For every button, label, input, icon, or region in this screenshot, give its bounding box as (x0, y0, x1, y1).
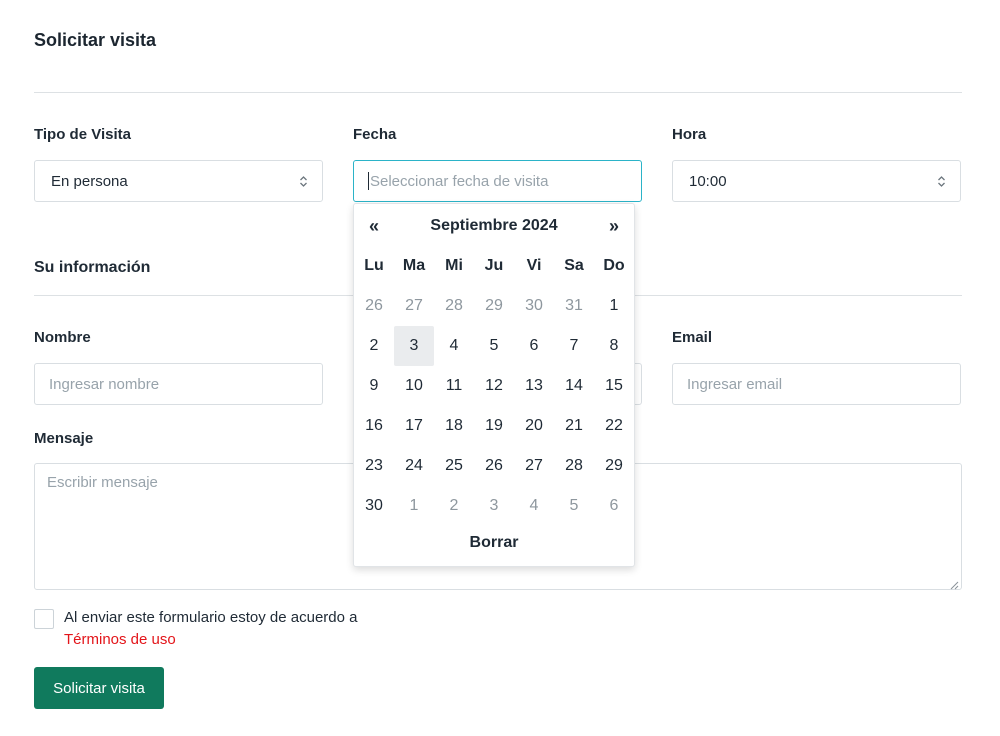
resize-handle-icon[interactable] (949, 577, 959, 590)
prev-month-button[interactable]: « (354, 214, 394, 238)
visit-type-label: Tipo de Visita (34, 126, 131, 143)
terms-checkbox[interactable] (34, 609, 54, 629)
message-placeholder: Escribir mensaje (47, 474, 158, 491)
day-cell[interactable]: 1 (394, 486, 434, 526)
day-cell[interactable]: 2 (354, 326, 394, 366)
week-row: 23 24 25 26 27 28 29 (354, 446, 634, 486)
email-placeholder: Ingresar email (687, 375, 783, 393)
datepicker: « Septiembre 2024 » Lu Ma Mi Ju Vi Sa Do 26 27 28… (353, 203, 635, 567)
day-cell[interactable]: 26 (474, 446, 514, 486)
day-cell[interactable]: 19 (474, 406, 514, 446)
datepicker-header: « Septiembre 2024 » (354, 214, 634, 238)
day-cell[interactable]: 27 (514, 446, 554, 486)
day-cell[interactable]: 1 (594, 286, 634, 326)
email-input[interactable]: Ingresar email (672, 363, 961, 405)
weekday-label: Mi (445, 257, 463, 274)
day-cell[interactable]: 4 (514, 486, 554, 526)
weekday-label: Ma (402, 257, 426, 274)
text-caret (368, 172, 369, 190)
calendar-grid: Lu Ma Mi Ju Vi Sa Do 26 27 28 29 30 31 1 2 3 4 5 6 7 8 9 10 11 1… (354, 246, 634, 526)
day-cell[interactable]: 14 (554, 366, 594, 406)
day-cell[interactable]: 30 (354, 486, 394, 526)
divider (34, 92, 962, 93)
visit-type-select[interactable]: En persona (34, 160, 323, 202)
day-cell[interactable]: 31 (554, 286, 594, 326)
email-label: Email (672, 329, 713, 346)
time-value: 10:00 (689, 172, 727, 190)
date-placeholder: Seleccionar fecha de visita (370, 172, 549, 190)
day-cell[interactable]: 18 (434, 406, 474, 446)
day-cell[interactable]: 2 (434, 486, 474, 526)
week-row: 9 10 11 12 13 14 15 (354, 366, 634, 406)
day-cell[interactable]: 5 (554, 486, 594, 526)
date-input[interactable]: Seleccionar fecha de visita (353, 160, 642, 202)
day-cell[interactable]: 30 (514, 286, 554, 326)
day-cell[interactable]: 27 (394, 286, 434, 326)
day-cell[interactable]: 3 (474, 486, 514, 526)
day-cell[interactable]: 11 (434, 366, 474, 406)
terms-link[interactable]: Términos de uso (64, 631, 176, 648)
day-cell[interactable]: 9 (354, 366, 394, 406)
weekday-label: Sa (564, 257, 584, 274)
day-cell[interactable]: 6 (594, 486, 634, 526)
day-cell-today[interactable]: 3 (394, 326, 434, 366)
day-cell[interactable]: 21 (554, 406, 594, 446)
day-cell[interactable]: 17 (394, 406, 434, 446)
name-placeholder: Ingresar nombre (49, 375, 160, 393)
section-title: Su información (34, 259, 151, 276)
day-cell[interactable]: 7 (554, 326, 594, 366)
week-row: 30 1 2 3 4 5 6 (354, 486, 634, 526)
updown-chevron-icon (298, 174, 308, 188)
day-cell[interactable]: 29 (474, 286, 514, 326)
day-cell[interactable]: 10 (394, 366, 434, 406)
day-cell[interactable]: 13 (514, 366, 554, 406)
date-label: Fecha (353, 126, 397, 143)
day-cell[interactable]: 25 (434, 446, 474, 486)
time-label: Hora (672, 126, 707, 143)
weekday-label: Do (603, 257, 625, 274)
next-month-button[interactable]: » (594, 214, 634, 238)
visit-type-value: En persona (51, 172, 128, 190)
clear-button[interactable]: Borrar (354, 534, 634, 552)
time-select[interactable]: 10:00 (672, 160, 961, 202)
day-cell[interactable]: 5 (474, 326, 514, 366)
updown-chevron-icon (936, 174, 946, 188)
month-title[interactable]: Septiembre 2024 (394, 214, 594, 238)
day-cell[interactable]: 26 (354, 286, 394, 326)
week-row: 16 17 18 19 20 21 22 (354, 406, 634, 446)
weekday-row: Lu Ma Mi Ju Vi Sa Do (354, 246, 634, 286)
day-cell[interactable]: 20 (514, 406, 554, 446)
day-cell[interactable]: 24 (394, 446, 434, 486)
weekday-label: Vi (526, 257, 542, 274)
day-cell[interactable]: 23 (354, 446, 394, 486)
day-cell[interactable]: 4 (434, 326, 474, 366)
day-cell[interactable]: 22 (594, 406, 634, 446)
weekday-label: Lu (364, 257, 384, 274)
weekday-label: Ju (484, 257, 504, 274)
name-input[interactable]: Ingresar nombre (34, 363, 323, 405)
day-cell[interactable]: 8 (594, 326, 634, 366)
day-cell[interactable]: 28 (554, 446, 594, 486)
day-cell[interactable]: 29 (594, 446, 634, 486)
day-cell[interactable]: 15 (594, 366, 634, 406)
day-cell[interactable]: 6 (514, 326, 554, 366)
agreement-text: Al enviar este formulario estoy de acuer… (64, 609, 358, 626)
submit-button[interactable]: Solicitar visita (34, 667, 164, 709)
day-cell[interactable]: 16 (354, 406, 394, 446)
day-cell[interactable]: 28 (434, 286, 474, 326)
message-label: Mensaje (34, 430, 94, 447)
day-cell[interactable]: 12 (474, 366, 514, 406)
week-row: 26 27 28 29 30 31 1 (354, 286, 634, 326)
name-label: Nombre (34, 329, 91, 346)
page-title: Solicitar visita (34, 30, 157, 50)
week-row: 2345678 (354, 326, 634, 366)
